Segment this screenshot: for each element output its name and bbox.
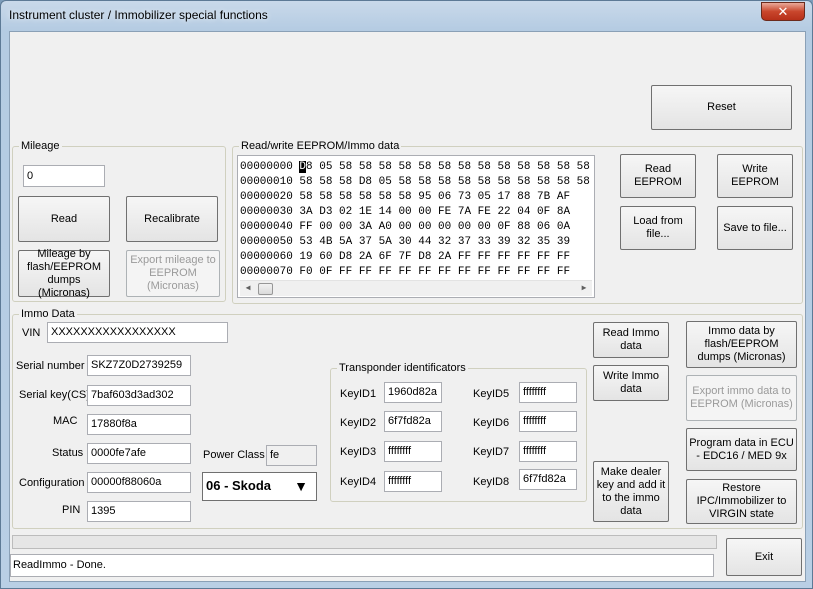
keyid-label: KeyID8 [473,476,510,488]
save-to-file-button[interactable]: Save to file... [717,206,793,250]
keyid8-input[interactable]: 6f7fd82a [519,469,577,490]
read-eeprom-button[interactable]: Read EEPROM [620,154,696,198]
keyid-label: KeyID4 [340,476,377,488]
recalibrate-button[interactable]: Recalibrate [126,196,218,242]
keyid-label: KeyID7 [473,446,510,458]
scroll-thumb[interactable] [258,283,273,295]
hex-row: 00000000 D8 05 58 58 58 58 58 58 58 58 5… [240,161,590,173]
keyid-label: KeyID2 [340,417,377,429]
close-button[interactable]: ✕ [761,2,805,21]
hex-editor[interactable]: 00000000 D8 05 58 58 58 58 58 58 58 58 5… [237,155,595,298]
write-immo-button[interactable]: Write Immo data [593,365,669,401]
window-title: Instrument cluster / Immobilizer special… [9,8,268,22]
write-eeprom-button[interactable]: Write EEPROM [717,154,793,198]
mileage-input[interactable]: 0 [23,165,105,187]
pin-label: PIN [62,504,81,516]
status-log: ReadImmo - Done. [10,554,714,577]
keyid4-input[interactable]: ffffffff [384,471,442,492]
pin-input[interactable]: 1395 [87,501,191,522]
hex-row: 00000040 FF 00 00 3A A0 00 00 00 00 00 0… [240,221,571,233]
load-from-file-button[interactable]: Load from file... [620,206,696,250]
app-window: Instrument cluster / Immobilizer special… [0,0,813,589]
immo-group-label: Immo Data [19,308,77,320]
transponder-group-label: Transponder identificators [337,362,468,374]
hex-row: 00000070 F0 0F FF FF FF FF FF FF FF FF F… [240,266,571,278]
serial-key-label: Serial key(CS) [19,389,90,401]
vin-input[interactable]: XXXXXXXXXXXXXXXXX [47,322,228,343]
hex-row: 00000030 3A D3 02 1E 14 00 00 FE 7A FE 2… [240,206,571,218]
scroll-left-icon[interactable]: ◀ [242,283,254,295]
title-bar[interactable]: Instrument cluster / Immobilizer special… [1,1,812,29]
keyid5-input[interactable]: ffffffff [519,382,577,403]
keyid7-input[interactable]: ffffffff [519,441,577,462]
status-input[interactable]: 0000fe7afe [87,443,191,464]
configuration-input[interactable]: 00000f88060a [87,472,191,493]
scroll-right-icon[interactable]: ▶ [578,283,590,295]
status-label: Status [52,447,84,459]
client-area: Reset Mileage 0 Read Recalibrate Mileage… [9,31,806,582]
hex-row: 00000050 53 4B 5A 37 5A 30 44 32 37 33 3… [240,236,571,248]
mileage-group-label: Mileage [19,140,62,152]
reset-button[interactable]: Reset [651,85,792,130]
mileage-flash-dumps-button[interactable]: Mileage by flash/EEPROM dumps (Micronas) [18,248,110,299]
mac-input[interactable]: 17880f8a [87,414,191,435]
hex-row: 00000010 58 58 58 D8 05 58 58 58 58 58 5… [240,176,590,188]
keyid-label: KeyID3 [340,446,377,458]
read-immo-button[interactable]: Read Immo data [593,322,669,358]
restore-virgin-button[interactable]: Restore IPC/Immobilizer to VIRGIN state [686,479,797,524]
keyid-label: KeyID1 [340,388,377,400]
serial-key-input[interactable]: 7baf603d3ad302 [87,385,191,406]
make-dealer-key-button[interactable]: Make dealer key and add it to the immo d… [593,461,669,522]
serial-number-label: Serial number [16,360,85,372]
export-mileage-button[interactable]: Export mileage to EEPROM (Micronas) [126,250,220,297]
keyid6-input[interactable]: ffffffff [519,411,577,432]
configuration-label: Configuration [19,477,85,489]
program-ecu-button[interactable]: Program data in ECU - EDC16 / MED 9x [686,428,797,471]
progress-bar [12,535,717,549]
keyid1-input[interactable]: 1960d82a [384,382,442,403]
vin-label: VIN [22,327,41,339]
power-class-label: Power Class [203,449,265,461]
serial-number-input[interactable]: SKZ7Z0D2739259 [87,355,191,376]
hex-horizontal-scrollbar[interactable]: ◀ ▶ [240,280,592,296]
mac-label: MAC [53,415,78,427]
power-class-input[interactable]: fe [266,445,317,466]
keyid2-input[interactable]: 6f7fd82a [384,411,442,432]
brand-select[interactable]: 06 - Skoda ▼ [202,472,317,501]
keyid3-input[interactable]: ffffffff [384,441,442,462]
eeprom-group-label: Read/write EEPROM/Immo data [239,140,402,152]
hex-row: 00000060 19 60 D8 2A 6F 7F D8 2A FF FF F… [240,251,571,263]
keyid-label: KeyID5 [473,388,510,400]
keyid-label: KeyID6 [473,417,510,429]
chevron-down-icon[interactable]: ▼ [287,474,315,498]
exit-button[interactable]: Exit [726,538,802,576]
export-immo-button[interactable]: Export immo data to EEPROM (Micronas) [686,375,797,421]
brand-select-value: 06 - Skoda [206,478,272,493]
hex-row: 00000020 58 58 58 58 58 58 95 06 73 05 1… [240,191,571,203]
immo-flash-dumps-button[interactable]: Immo data by flash/EEPROM dumps (Microna… [686,321,797,368]
read-mileage-button[interactable]: Read [18,196,110,242]
